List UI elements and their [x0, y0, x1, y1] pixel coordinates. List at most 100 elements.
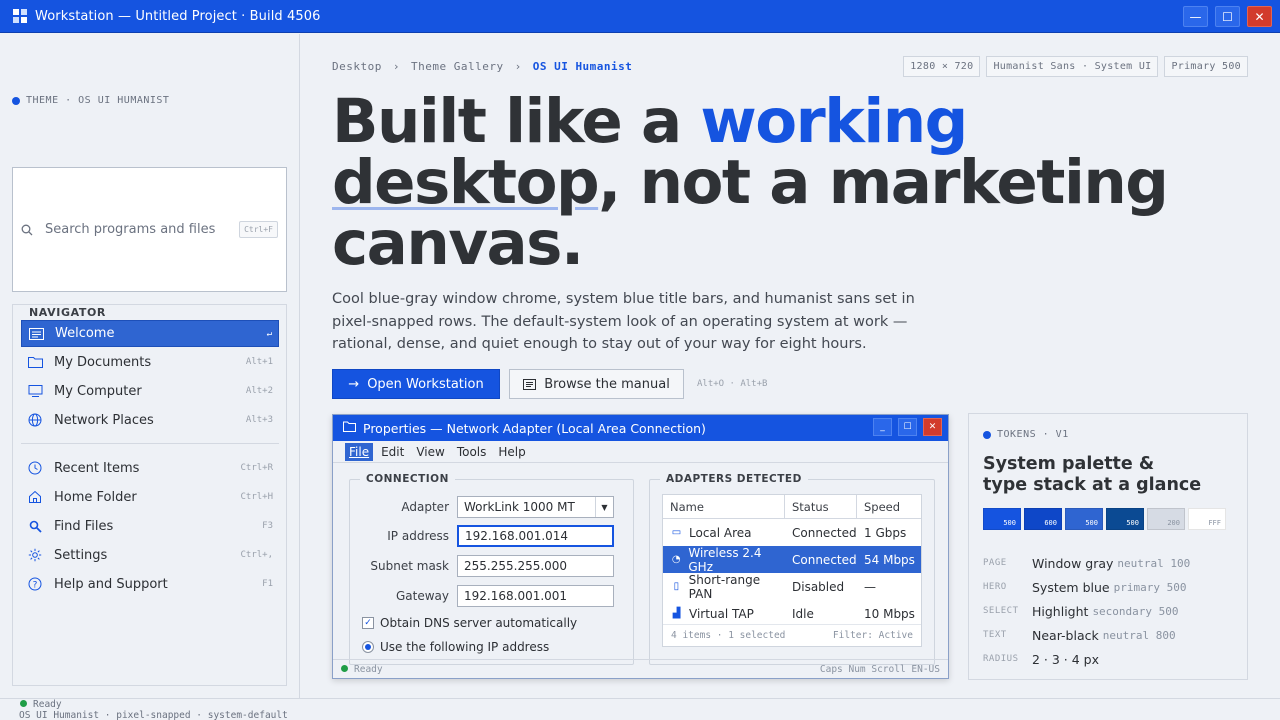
browse-manual-button[interactable]: Browse the manual — [509, 369, 684, 399]
gateway-field[interactable]: 192.168.001.001 — [457, 585, 614, 607]
menu-tools[interactable]: Tools — [453, 443, 491, 461]
open-workstation-button[interactable]: → Open Workstation — [332, 369, 500, 399]
chevron-down-icon: ▼ — [595, 497, 613, 517]
table-footer: 4 items · 1 selected Filter: Active — [663, 624, 921, 646]
globe-icon — [27, 412, 43, 428]
maximize-button[interactable]: ☐ — [1215, 6, 1240, 27]
minimize-button[interactable]: — — [1183, 6, 1208, 27]
nav-item-settings[interactable]: Settings Ctrl+, — [21, 541, 279, 569]
row-speed: — — [864, 579, 876, 594]
swatch: 200 — [1147, 508, 1185, 530]
tag-row: 1280 × 720 Humanist Sans · System UI Pri… — [903, 56, 1248, 77]
tokens-panel: TOKENS · V1 System palette & type stack … — [968, 413, 1248, 680]
column-status[interactable]: Status — [785, 495, 857, 518]
token-key: SELECT — [983, 606, 1019, 616]
row-name: Wireless 2.4 GHz — [688, 545, 762, 574]
swatch-row: 500 600 500 500 200 FFF — [983, 508, 1226, 530]
row-status: Idle — [792, 606, 814, 621]
breadcrumb-theme-gallery[interactable]: Theme Gallery — [411, 60, 504, 73]
swatch: 600 — [1024, 508, 1062, 530]
nav-item-label: Welcome — [55, 326, 115, 341]
swatch: 500 — [1065, 508, 1103, 530]
table-row[interactable]: ▭ Local Area Connected 1 Gbps — [663, 519, 921, 546]
token-sub: neutral 800 — [1102, 628, 1176, 642]
dialog-menubar: File Edit View Tools Help — [333, 441, 948, 463]
page-headline: Built like a working desktop, not a marke… — [332, 91, 1169, 274]
token-row: HERO System blue primary 500 — [983, 575, 1190, 599]
tag-primary: Primary 500 — [1164, 56, 1248, 77]
row-speed: 1 Gbps — [864, 525, 907, 540]
dialog-close-button[interactable]: ✕ — [923, 418, 942, 436]
search-input[interactable]: Search programs and files — [45, 222, 239, 237]
row-speed: 10 Mbps — [864, 606, 915, 621]
swatch: 500 — [983, 508, 1021, 530]
monitor-icon — [27, 383, 43, 399]
nav-item-recent-items[interactable]: Recent Items Ctrl+R — [21, 454, 279, 482]
nav-divider — [21, 443, 279, 444]
subnet-label: Subnet mask — [370, 559, 449, 573]
token-value: Near-black — [1032, 627, 1099, 643]
dns-checkbox-row[interactable]: ✓ Obtain DNS server automatically — [362, 616, 577, 630]
nav-item-shortcut: Alt+3 — [245, 415, 273, 425]
dialog-minimize-button[interactable]: _ — [873, 418, 892, 436]
token-list: PAGE Window gray neutral 100 HERO System bl… — [983, 551, 1190, 671]
nav-item-my-documents[interactable]: My Documents Alt+1 — [21, 348, 279, 376]
nav-item-shortcut: Alt+1 — [245, 357, 273, 367]
column-name[interactable]: Name — [663, 495, 785, 518]
table-count: 4 items · 1 selected — [671, 630, 786, 641]
table-row[interactable]: ▟ Virtual TAP Idle 10 Mbps — [663, 600, 921, 627]
search-box[interactable]: Search programs and files Ctrl+F — [12, 167, 287, 292]
tokens-dot-icon — [983, 430, 991, 439]
nav-item-network-places[interactable]: Network Places Alt+3 — [21, 406, 279, 434]
gear-icon — [27, 547, 43, 563]
breadcrumb-current: OS UI Humanist — [532, 60, 633, 73]
window-titlebar: Workstation — Untitled Project · Build 4… — [0, 0, 1280, 33]
ip-address-field[interactable]: 192.168.001.014 — [457, 525, 614, 547]
nav-item-label: Help and Support — [54, 576, 168, 592]
token-value: System blue — [1032, 579, 1110, 595]
tokens-title-line2: type stack at a glance — [983, 475, 1202, 495]
nav-item-shortcut: F3 — [262, 521, 273, 531]
table-row[interactable]: ◔ Wireless 2.4 GHz Connected 54 Mbps — [663, 545, 921, 574]
open-workstation-label: Open Workstation — [367, 376, 484, 392]
adapter-select[interactable]: WorkLink 1000 MT ▼ — [457, 496, 614, 518]
menu-help[interactable]: Help — [494, 443, 529, 461]
token-row: SELECT Highlight secondary 500 — [983, 599, 1190, 623]
row-name: Short-range PAN — [688, 572, 761, 601]
token-row: PAGE Window gray neutral 100 — [983, 551, 1190, 575]
manual-icon — [523, 378, 537, 390]
nav-item-shortcut: Alt+2 — [245, 386, 273, 396]
nav-item-label: My Computer — [54, 383, 142, 399]
nav-item-my-computer[interactable]: My Computer Alt+2 — [21, 377, 279, 405]
dialog-status-left: Ready — [341, 664, 383, 675]
table-row[interactable]: ▯ Short-range PAN Disabled — — [663, 572, 921, 601]
breadcrumb-desktop[interactable]: Desktop — [332, 60, 382, 73]
row-status: Disabled — [792, 579, 845, 594]
tokens-title: System palette & type stack at a glance — [983, 454, 1201, 496]
dns-checkbox-label: Obtain DNS server automatically — [380, 616, 578, 630]
nav-item-home-folder[interactable]: Home Folder Ctrl+H — [21, 483, 279, 511]
status-dot-icon — [341, 664, 348, 672]
dialog-status-text: Ready — [354, 663, 383, 675]
nav-item-welcome[interactable]: Welcome ↵ — [21, 320, 279, 347]
nav-item-help-and-support[interactable]: ? Help and Support F1 — [21, 570, 279, 598]
menu-edit[interactable]: Edit — [377, 443, 408, 461]
subnet-mask-field[interactable]: 255.255.255.000 — [457, 555, 614, 577]
close-button[interactable]: ✕ — [1247, 6, 1272, 27]
search-shortcut: Ctrl+F — [239, 221, 278, 238]
status-line2: OS UI Humanist · pixel-snapped · system-… — [19, 710, 288, 720]
ethernet-icon: ▭ — [671, 527, 682, 538]
nav-item-shortcut: ↵ — [266, 328, 272, 339]
table-filter[interactable]: Filter: Active — [833, 630, 913, 641]
cta-row: → Open Workstation Browse the manual Alt… — [332, 369, 767, 399]
ip-radio[interactable] — [362, 641, 374, 653]
ip-radio-row[interactable]: Use the following IP address — [362, 640, 549, 654]
arrow-right-icon: → — [348, 376, 360, 392]
column-speed[interactable]: Speed — [857, 495, 921, 518]
subnet-row: Subnet mask 255.255.255.000 — [350, 555, 614, 577]
menu-file[interactable]: File — [345, 442, 374, 461]
dialog-maximize-button[interactable]: ☐ — [898, 418, 917, 436]
nav-item-find-files[interactable]: Find Files F3 — [21, 512, 279, 540]
dns-checkbox[interactable]: ✓ — [362, 617, 374, 629]
menu-view[interactable]: View — [412, 443, 448, 461]
